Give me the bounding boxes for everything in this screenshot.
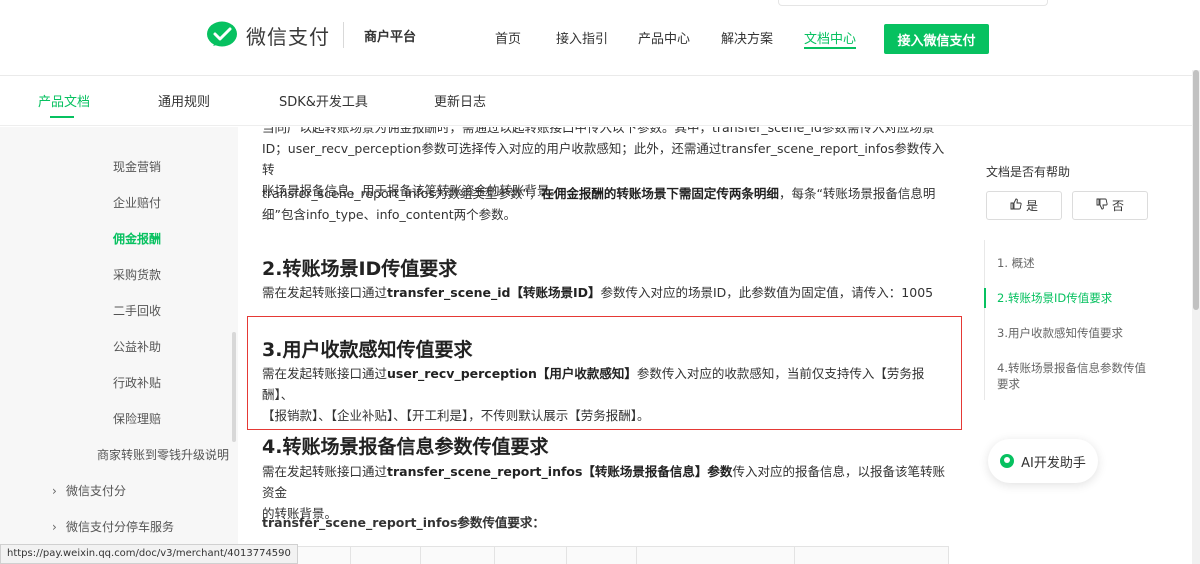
bold-text: 在佣金报酬的转账场景下需固定传两条明细	[541, 186, 779, 201]
text-line: 当同产以起转账场景为佣金报酬时，需通过以起转账接口中传入以下参数。其中，tran…	[262, 127, 935, 135]
tab-changelog[interactable]: 更新日志	[434, 91, 486, 110]
sidebar-item-commission[interactable]: 佣金报酬	[113, 230, 161, 247]
nav-doc-center[interactable]: 文档中心	[804, 28, 857, 49]
text-line: 细”包含info_type、info_content两个参数。	[262, 207, 517, 222]
no-label: 否	[1111, 199, 1124, 213]
helpful-yes-button[interactable]: 是	[986, 191, 1062, 220]
sidebar-item-enterprise-compensation[interactable]: 企业赔付	[113, 194, 161, 211]
tab-general-rules[interactable]: 通用规则	[158, 91, 210, 110]
join-wechat-pay-button[interactable]: 接入微信支付	[884, 24, 989, 54]
right-panel: 文档是否有帮助 是 否 1. 概述 2.转账场景ID传值要求 3.用户收款感知传…	[962, 127, 1200, 564]
table-divider	[636, 547, 637, 564]
toc-item-recv-perception[interactable]: 3.用户收款感知传值要求	[997, 325, 1147, 341]
report-infos-table-caption: transfer_scene_report_infos参数传值要求：	[262, 515, 545, 530]
ai-assistant-label: AI开发助手	[1021, 455, 1086, 471]
table-of-contents: 1. 概述 2.转账场景ID传值要求 3.用户收款感知传值要求 4.转账场景报备…	[984, 240, 1159, 400]
nav-product-center[interactable]: 产品中心	[638, 28, 690, 47]
sidebar-group-wechat-score[interactable]: › 微信支付分	[52, 482, 126, 499]
text-line: transfer_scene_report_infos为数组类型参数”，在佣金报…	[262, 183, 947, 204]
sidebar-item-insurance-claims[interactable]: 保险理赔	[113, 410, 161, 427]
toc-item-report-infos[interactable]: 4.转账场景报备信息参数传值要求	[997, 360, 1147, 392]
ai-assistant-button[interactable]: AI开发助手	[988, 439, 1098, 483]
table-divider	[494, 547, 495, 564]
chevron-right-icon: ›	[52, 484, 57, 498]
text-span: 需在发起转账接口通过	[262, 464, 388, 479]
popup-edge	[778, 0, 1048, 6]
brand[interactable]: 微信支付	[206, 20, 330, 50]
sidebar-item-cash-marketing[interactable]: 现金营销	[113, 158, 161, 175]
sidebar-item-purchase-payment[interactable]: 采购货款	[113, 266, 161, 283]
sidebar-item-upgrade-notes[interactable]: 商家转账到零钱升级说明	[97, 446, 229, 463]
page-scrollbar[interactable]	[1192, 70, 1200, 564]
thumbs-down-icon	[1096, 198, 1108, 213]
scene-id-paragraph: 需在发起转账接口通过transfer_scene_id【转账场景ID】参数传入对…	[262, 282, 947, 303]
sidebar-group-label: 微信支付分	[66, 484, 127, 498]
toc-item-overview[interactable]: 1. 概述	[997, 255, 1147, 271]
text-span: 参数传入对应的场景ID，此参数值为固定值，请传入：1005	[600, 285, 934, 300]
left-sidebar: 现金营销 企业赔付 佣金报酬 采购货款 二手回收 公益补助 行政补贴 保险理赔 …	[0, 127, 238, 564]
tab-product-docs[interactable]: 产品文档	[38, 91, 90, 118]
bold-text: transfer_scene_id【转账场景ID】	[387, 285, 601, 300]
text-span: 需在发起转账接口通过	[262, 285, 388, 300]
yes-label: 是	[1025, 199, 1038, 213]
brand-name: 微信支付	[246, 24, 330, 49]
report-infos-paragraph: transfer_scene_report_infos为数组类型参数”，在佣金报…	[262, 183, 947, 225]
nav-access-guide[interactable]: 接入指引	[556, 28, 608, 47]
sidebar-item-admin-subsidy[interactable]: 行政补贴	[113, 374, 161, 391]
sidebar-group-label: 微信支付分停车服务	[66, 520, 175, 534]
ai-assistant-icon	[1000, 454, 1015, 468]
toc-active-indicator	[984, 288, 986, 308]
chevron-right-icon: ›	[52, 520, 57, 534]
table-divider	[566, 547, 567, 564]
bold-text: transfer_scene_report_infos【转账场景报备信息】参数	[387, 464, 733, 479]
helpful-no-button[interactable]: 否	[1072, 191, 1148, 220]
sidebar-scrollbar[interactable]	[232, 332, 236, 442]
sidebar-group-parking[interactable]: › 微信支付分停车服务	[52, 518, 174, 535]
helpful-question: 文档是否有帮助	[986, 165, 1071, 179]
text-span: transfer_scene_report_infos为数组类型参数”，	[262, 186, 542, 201]
sidebar-item-second-hand[interactable]: 二手回收	[113, 302, 161, 319]
wechat-pay-logo-icon	[206, 20, 238, 50]
table-divider	[794, 547, 795, 564]
status-bar-url: https://pay.weixin.qq.com/doc/v3/merchan…	[0, 544, 298, 564]
brand-divider	[343, 22, 344, 48]
highlight-annotation-box	[247, 316, 962, 430]
top-header: 微信支付 商户平台 首页 接入指引 产品中心 解决方案 文档中心 接入微信支付	[0, 0, 1200, 76]
nav-home[interactable]: 首页	[495, 28, 521, 47]
table-divider	[420, 547, 421, 564]
nav-solutions[interactable]: 解决方案	[721, 28, 773, 47]
text-line: ID；user_recv_perception参数可选择传入对应的用户收款感知；…	[262, 141, 945, 177]
sub-nav: 产品文档 通用规则 SDK&开发工具 更新日志	[0, 76, 1200, 126]
heading-report-infos: 4.转账场景报备信息参数传值要求	[262, 436, 549, 458]
table-header-row	[263, 546, 949, 564]
tab-sdk-tools[interactable]: SDK&开发工具	[279, 91, 368, 110]
text-line: 需在发起转账接口通过transfer_scene_report_infos【转账…	[262, 461, 947, 503]
sidebar-item-public-welfare[interactable]: 公益补助	[113, 338, 161, 355]
heading-scene-id: 2.转账场景ID传值要求	[262, 258, 458, 280]
scrollbar-thumb[interactable]	[1193, 70, 1199, 310]
thumbs-up-icon	[1010, 198, 1022, 213]
text-span: ，每条“转账场景报备信息明	[778, 186, 936, 201]
merchant-platform-label: 商户平台	[364, 30, 417, 45]
toc-item-scene-id[interactable]: 2.转账场景ID传值要求	[997, 290, 1147, 306]
table-divider	[350, 547, 351, 564]
